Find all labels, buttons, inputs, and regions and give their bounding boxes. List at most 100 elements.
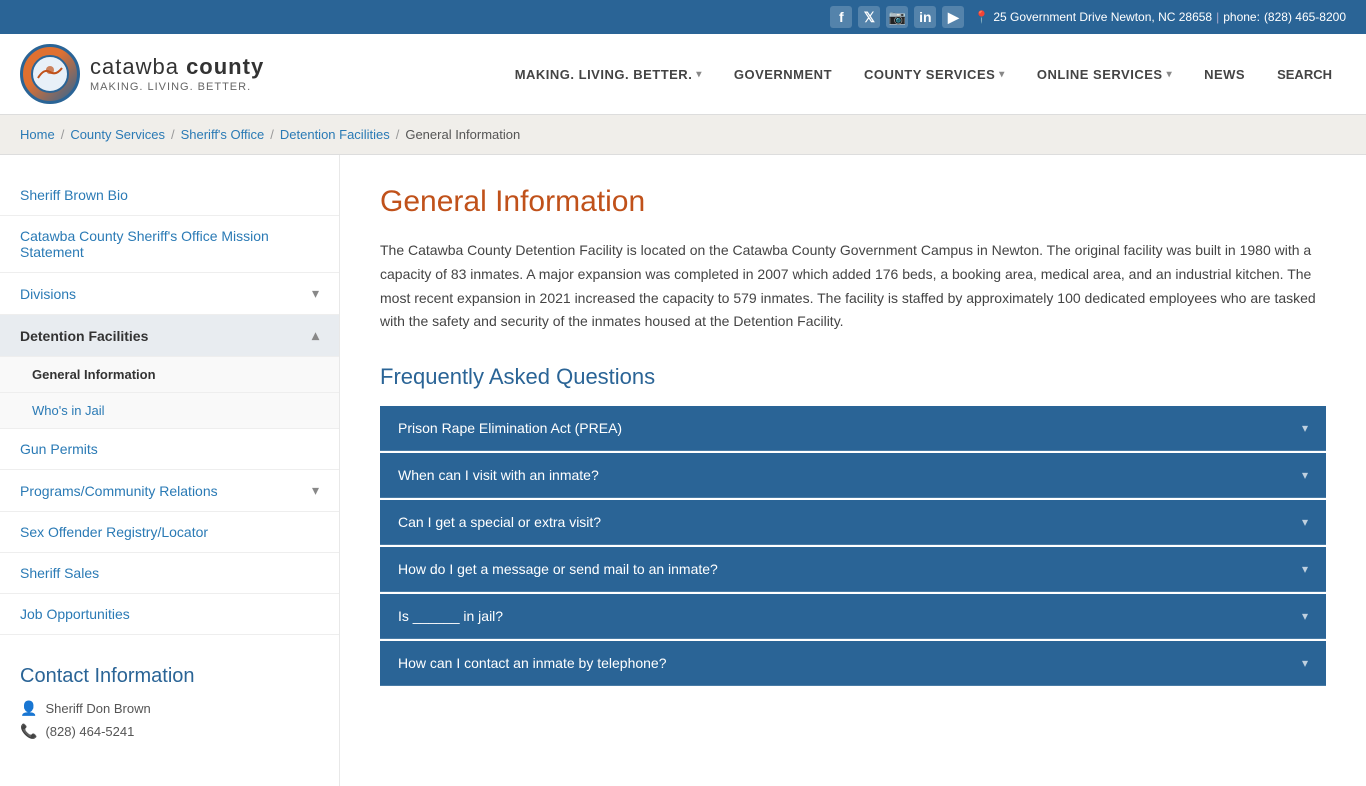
sidebar-item-mission[interactable]: Catawba County Sheriff's Office Mission … [0, 216, 339, 273]
contact-name-row: 👤 Sheriff Don Brown [20, 700, 319, 717]
faq-item-mail[interactable]: How do I get a message or send mail to a… [380, 547, 1326, 592]
faq-question-special-visit: Can I get a special or extra visit? [398, 514, 601, 530]
sidebar-item-sheriff-sales[interactable]: Sheriff Sales [0, 553, 339, 594]
breadcrumb-home[interactable]: Home [20, 127, 55, 142]
faq-question-in-jail: Is ______ in jail? [398, 608, 503, 624]
sidebar-label-sex-offender: Sex Offender Registry/Locator [20, 524, 208, 540]
faq-item-visit[interactable]: When can I visit with an inmate? ▾ [380, 453, 1326, 498]
sidebar-label-mission: Catawba County Sheriff's Office Mission … [20, 228, 319, 260]
breadcrumb-sep-1: / [61, 127, 65, 142]
nav-news[interactable]: NEWS [1190, 59, 1259, 90]
breadcrumb-sep-4: / [396, 127, 400, 142]
address-text: 25 Government Drive Newton, NC 28658 [993, 10, 1212, 24]
nav-news-label: NEWS [1204, 67, 1245, 82]
facebook-icon[interactable]: f [830, 6, 852, 28]
contact-phone: (828) 464-5241 [45, 724, 134, 739]
faq-question-mail: How do I get a message or send mail to a… [398, 561, 718, 577]
nav-online-services[interactable]: ONLINE SERVICES ▾ [1023, 59, 1186, 90]
main-content: General Information The Catawba County D… [340, 155, 1366, 786]
main-navigation: MAKING. LIVING. BETTER. ▾ GOVERNMENT COU… [501, 59, 1346, 90]
chevron-down-icon: ▾ [312, 285, 319, 302]
chevron-down-icon: ▾ [312, 482, 319, 499]
phone-label: phone: [1223, 10, 1260, 24]
sidebar-item-programs[interactable]: Programs/Community Relations ▾ [0, 470, 339, 512]
youtube-icon[interactable]: ▶ [942, 6, 964, 28]
sidebar: Sheriff Brown Bio Catawba County Sheriff… [0, 155, 340, 786]
breadcrumb-detention[interactable]: Detention Facilities [280, 127, 390, 142]
sidebar-label-sheriff-sales: Sheriff Sales [20, 565, 99, 581]
social-icons: f 𝕏 📷 in ▶ [830, 6, 964, 28]
top-bar: f 𝕏 📷 in ▶ 📍 25 Government Drive Newton,… [0, 0, 1366, 34]
breadcrumb-sheriff-office[interactable]: Sheriff's Office [181, 127, 265, 142]
chevron-down-icon: ▾ [1302, 609, 1308, 623]
breadcrumb-sep-3: / [270, 127, 274, 142]
nav-government[interactable]: GOVERNMENT [720, 59, 846, 90]
faq-question-telephone: How can I contact an inmate by telephone… [398, 655, 667, 671]
chevron-down-icon: ▾ [1167, 69, 1173, 80]
chevron-down-icon: ▾ [999, 69, 1005, 80]
chevron-down-icon: ▾ [696, 69, 702, 80]
sidebar-item-sheriff-bio[interactable]: Sheriff Brown Bio [0, 175, 339, 216]
sidebar-label-divisions: Divisions [20, 286, 76, 302]
intro-paragraph: The Catawba County Detention Facility is… [380, 239, 1326, 334]
faq-item-in-jail[interactable]: Is ______ in jail? ▾ [380, 594, 1326, 639]
chevron-down-icon: ▾ [1302, 562, 1308, 576]
address-bar: 📍 25 Government Drive Newton, NC 28658 |… [974, 10, 1346, 24]
instagram-icon[interactable]: 📷 [886, 6, 908, 28]
page-title: General Information [380, 185, 1326, 219]
contact-name: Sheriff Don Brown [45, 701, 150, 716]
sidebar-item-divisions[interactable]: Divisions ▾ [0, 273, 339, 315]
nav-making-label: MAKING. LIVING. BETTER. [515, 67, 693, 82]
sidebar-detention-submenu: General Information Who's in Jail [0, 357, 339, 429]
phone-number: (828) 465-8200 [1264, 10, 1346, 24]
breadcrumb: Home / County Services / Sheriff's Offic… [0, 115, 1366, 155]
county-name-text: catawba county [90, 54, 264, 80]
chevron-down-icon: ▾ [1302, 421, 1308, 435]
nav-county-services-label: COUNTY SERVICES [864, 67, 995, 82]
sidebar-label-detention: Detention Facilities [20, 328, 148, 344]
sidebar-label-programs: Programs/Community Relations [20, 483, 218, 499]
contact-phone-row: 📞 (828) 464-5241 [20, 723, 319, 740]
nav-search-button[interactable]: SEARCH [1263, 59, 1346, 90]
location-pin-icon: 📍 [974, 10, 989, 24]
sidebar-label-job-opps: Job Opportunities [20, 606, 130, 622]
nav-government-label: GOVERNMENT [734, 67, 832, 82]
faq-question-prea: Prison Rape Elimination Act (PREA) [398, 420, 622, 436]
faq-list: Prison Rape Elimination Act (PREA) ▾ Whe… [380, 406, 1326, 686]
divider: | [1216, 10, 1219, 24]
chevron-down-icon: ▾ [1302, 468, 1308, 482]
contact-info-section: Contact Information 👤 Sheriff Don Brown … [0, 645, 339, 766]
sidebar-sub-whos-in-jail[interactable]: Who's in Jail [0, 393, 339, 429]
sidebar-label-gun-permits: Gun Permits [20, 441, 98, 457]
sidebar-item-gun-permits[interactable]: Gun Permits [0, 429, 339, 470]
nav-online-services-label: ONLINE SERVICES [1037, 67, 1163, 82]
sidebar-sub-general-info[interactable]: General Information [0, 357, 339, 393]
sidebar-item-job-opps[interactable]: Job Opportunities [0, 594, 339, 635]
breadcrumb-sep-2: / [171, 127, 175, 142]
sidebar-label-sheriff-bio: Sheriff Brown Bio [20, 187, 128, 203]
site-header: catawba county MAKING. LIVING. BETTER. M… [0, 34, 1366, 115]
twitter-icon[interactable]: 𝕏 [858, 6, 880, 28]
breadcrumb-county-services[interactable]: County Services [70, 127, 165, 142]
chevron-down-icon: ▾ [1302, 656, 1308, 670]
phone-icon: 📞 [20, 723, 37, 740]
nav-making-living[interactable]: MAKING. LIVING. BETTER. ▾ [501, 59, 716, 90]
sidebar-item-detention[interactable]: Detention Facilities ▴ [0, 315, 339, 357]
page-layout: Sheriff Brown Bio Catawba County Sheriff… [0, 155, 1366, 786]
nav-county-services[interactable]: COUNTY SERVICES ▾ [850, 59, 1019, 90]
logo-text: catawba county MAKING. LIVING. BETTER. [90, 54, 264, 94]
contact-info-title: Contact Information [20, 665, 319, 688]
faq-item-prea[interactable]: Prison Rape Elimination Act (PREA) ▾ [380, 406, 1326, 451]
chevron-up-icon: ▴ [312, 327, 319, 344]
faq-item-special-visit[interactable]: Can I get a special or extra visit? ▾ [380, 500, 1326, 545]
logo-area[interactable]: catawba county MAKING. LIVING. BETTER. [20, 44, 264, 104]
faq-section-title: Frequently Asked Questions [380, 364, 1326, 390]
chevron-down-icon: ▾ [1302, 515, 1308, 529]
tagline-text: MAKING. LIVING. BETTER. [90, 81, 264, 94]
faq-item-telephone[interactable]: How can I contact an inmate by telephone… [380, 641, 1326, 686]
breadcrumb-current: General Information [405, 127, 520, 142]
logo-icon [20, 44, 80, 104]
linkedin-icon[interactable]: in [914, 6, 936, 28]
sidebar-item-sex-offender[interactable]: Sex Offender Registry/Locator [0, 512, 339, 553]
person-icon: 👤 [20, 700, 37, 717]
